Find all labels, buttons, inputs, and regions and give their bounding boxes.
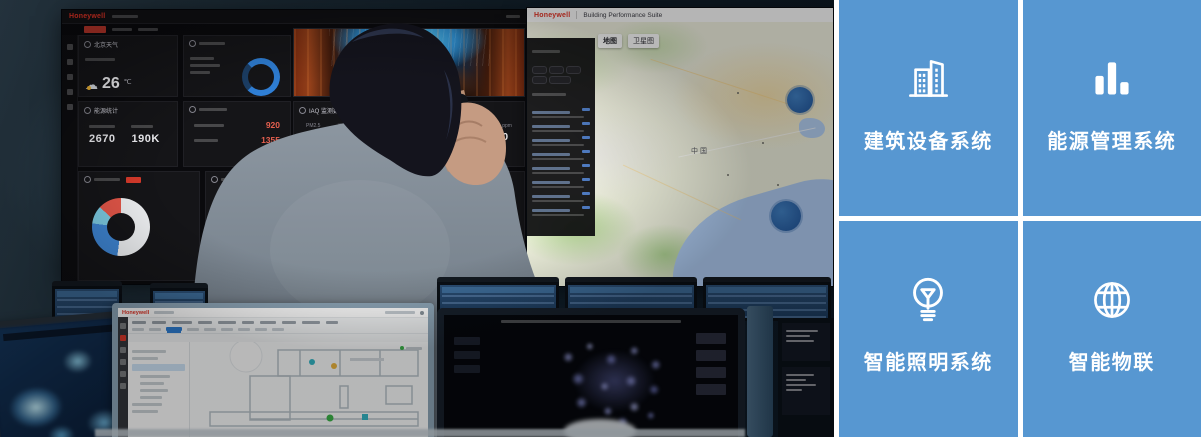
tile-label: 智能照明系统 [864,346,993,375]
desk-monitor-pointcloud [437,308,745,437]
bar-chart-icon [1083,50,1141,108]
active-tool-icon [120,335,126,341]
selected-tree-item [132,364,185,371]
promo-composite: Honeywell 北京天气 [0,0,1201,437]
building-icon [899,50,957,108]
cad-icon-rail [118,317,128,437]
user-icon [420,311,424,315]
cad-tree-panel [128,342,190,437]
tile-label: 建筑设备系统 [864,125,993,154]
monitor-side-edge [747,306,773,437]
highlight-circle [230,342,262,372]
point-cloud [532,327,697,435]
globe-icon [1083,271,1141,329]
right-desk-screens [778,318,834,437]
tile-building-equipment-system[interactable]: 建筑设备系统 [839,0,1018,216]
cad-app-screen: Honeywell [118,308,428,437]
tile-energy-management-system[interactable]: 能源管理系统 [1023,0,1201,216]
feature-grid: 建筑设备系统 能源管理系统 [834,0,1201,437]
active-tab [166,327,182,331]
online-dot [400,346,404,350]
status-pill [400,346,422,350]
tile-label: 能源管理系统 [1047,125,1176,154]
desk-edge [95,429,745,437]
tile-label: 智能物联 [1069,346,1155,375]
desk-monitor-cad: Honeywell [112,303,434,437]
floorplan-canvas [190,342,428,437]
cad-tabs [118,324,428,334]
honeywell-logo: Honeywell [122,310,149,316]
lightbulb-icon [899,271,957,329]
floorplan-drawing [190,342,428,434]
tile-smart-iot[interactable]: 智能物联 [1023,221,1201,437]
control-room-photo: Honeywell 北京天气 [0,0,834,437]
tile-smart-lighting-system[interactable]: 智能照明系统 [839,221,1018,437]
